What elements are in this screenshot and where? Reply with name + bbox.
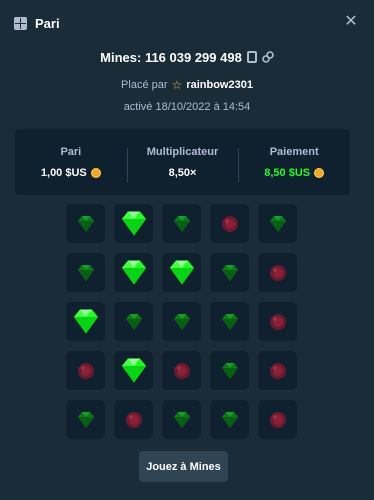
modal-title: Pari — [35, 15, 60, 31]
bet-slip-icon — [14, 16, 27, 30]
username-link[interactable]: rainbow2301 — [186, 79, 253, 91]
board-tile[interactable] — [162, 253, 201, 292]
placed-by-prefix: Placé par — [121, 79, 168, 91]
stat-value-text: 8,50 $US — [264, 166, 311, 179]
stat-value: 8,50× — [127, 167, 239, 179]
gem-icon — [220, 313, 240, 331]
board-tile[interactable] — [162, 351, 201, 390]
board-tile[interactable] — [258, 302, 297, 341]
gem-icon — [76, 411, 96, 429]
board-tile[interactable] — [66, 351, 105, 390]
board-tile[interactable] — [162, 204, 201, 243]
gem-icon — [220, 264, 240, 282]
board-tile[interactable] — [258, 204, 297, 243]
board-tile[interactable] — [114, 204, 153, 243]
board-tile[interactable] — [258, 400, 297, 439]
board-tile[interactable] — [66, 204, 105, 243]
gem-icon — [71, 308, 101, 335]
gem-icon — [172, 411, 192, 429]
board-tile[interactable] — [162, 302, 201, 341]
stat-value: 1,00 $US — [15, 167, 127, 179]
gem-icon — [172, 313, 192, 331]
mine-icon — [268, 263, 288, 283]
copy-icon[interactable] — [246, 51, 257, 63]
activated-date: activé 18/10/2022 à 14:54 — [123, 101, 251, 113]
stat-label: Paiement — [269, 145, 319, 158]
stat-bet: Pari 1,00 $US — [15, 146, 127, 179]
mine-icon — [220, 214, 240, 234]
board-tile[interactable] — [114, 400, 153, 439]
gem-icon — [119, 259, 149, 286]
coin-icon — [90, 167, 101, 178]
placed-by-line: Placé par ☆ rainbow2301 — [0, 78, 374, 92]
mine-icon — [76, 361, 96, 381]
board-tile[interactable] — [258, 253, 297, 292]
gem-icon — [119, 210, 149, 237]
mine-icon — [268, 312, 288, 332]
gem-icon — [268, 215, 288, 233]
board-tile[interactable] — [210, 400, 249, 439]
board-tile[interactable] — [66, 302, 105, 341]
mines-id-text: Mines: 116 039 299 498 — [100, 49, 242, 65]
stat-value: 8,50 $US — [238, 167, 350, 179]
gem-icon — [220, 362, 240, 380]
mine-icon — [172, 361, 192, 381]
gem-icon — [76, 264, 96, 282]
close-icon[interactable]: ✕ — [342, 13, 360, 31]
board-tile[interactable] — [210, 351, 249, 390]
gem-icon — [124, 313, 144, 331]
stat-label: Multiplicateur — [146, 145, 219, 158]
mine-icon — [124, 410, 144, 430]
stat-value-text: 8,50× — [168, 166, 197, 179]
stat-label: Pari — [60, 145, 82, 158]
board-tile[interactable] — [66, 400, 105, 439]
board-tile[interactable] — [210, 204, 249, 243]
board-tile[interactable] — [210, 253, 249, 292]
coin-icon — [314, 167, 325, 178]
board-tile[interactable] — [66, 253, 105, 292]
star-icon: ☆ — [171, 78, 183, 92]
gem-icon — [167, 259, 197, 286]
gem-icon — [119, 357, 149, 384]
mine-icon — [268, 410, 288, 430]
board-tile[interactable] — [114, 253, 153, 292]
gem-icon — [220, 411, 240, 429]
stat-value-text: 1,00 $US — [40, 166, 87, 179]
stat-payout: Paiement 8,50 $US — [238, 145, 350, 182]
board-tile[interactable] — [210, 302, 249, 341]
link-icon[interactable] — [262, 51, 274, 63]
mine-icon — [268, 361, 288, 381]
board-tile[interactable] — [114, 302, 153, 341]
mines-board — [66, 204, 301, 439]
play-mines-button[interactable]: Jouez à Mines — [139, 451, 228, 482]
board-tile[interactable] — [258, 351, 297, 390]
stat-multiplier: Multiplicateur 8,50× — [126, 145, 239, 182]
bet-stats-panel: Pari 1,00 $US Multiplicateur 8,50× Paiem… — [15, 129, 350, 195]
board-tile[interactable] — [162, 400, 201, 439]
board-tile[interactable] — [114, 351, 153, 390]
gem-icon — [76, 215, 96, 233]
modal-header: Pari ✕ — [0, 0, 374, 46]
gem-icon — [172, 215, 192, 233]
mines-id-line: Mines: 116 039 299 498 — [0, 48, 374, 66]
